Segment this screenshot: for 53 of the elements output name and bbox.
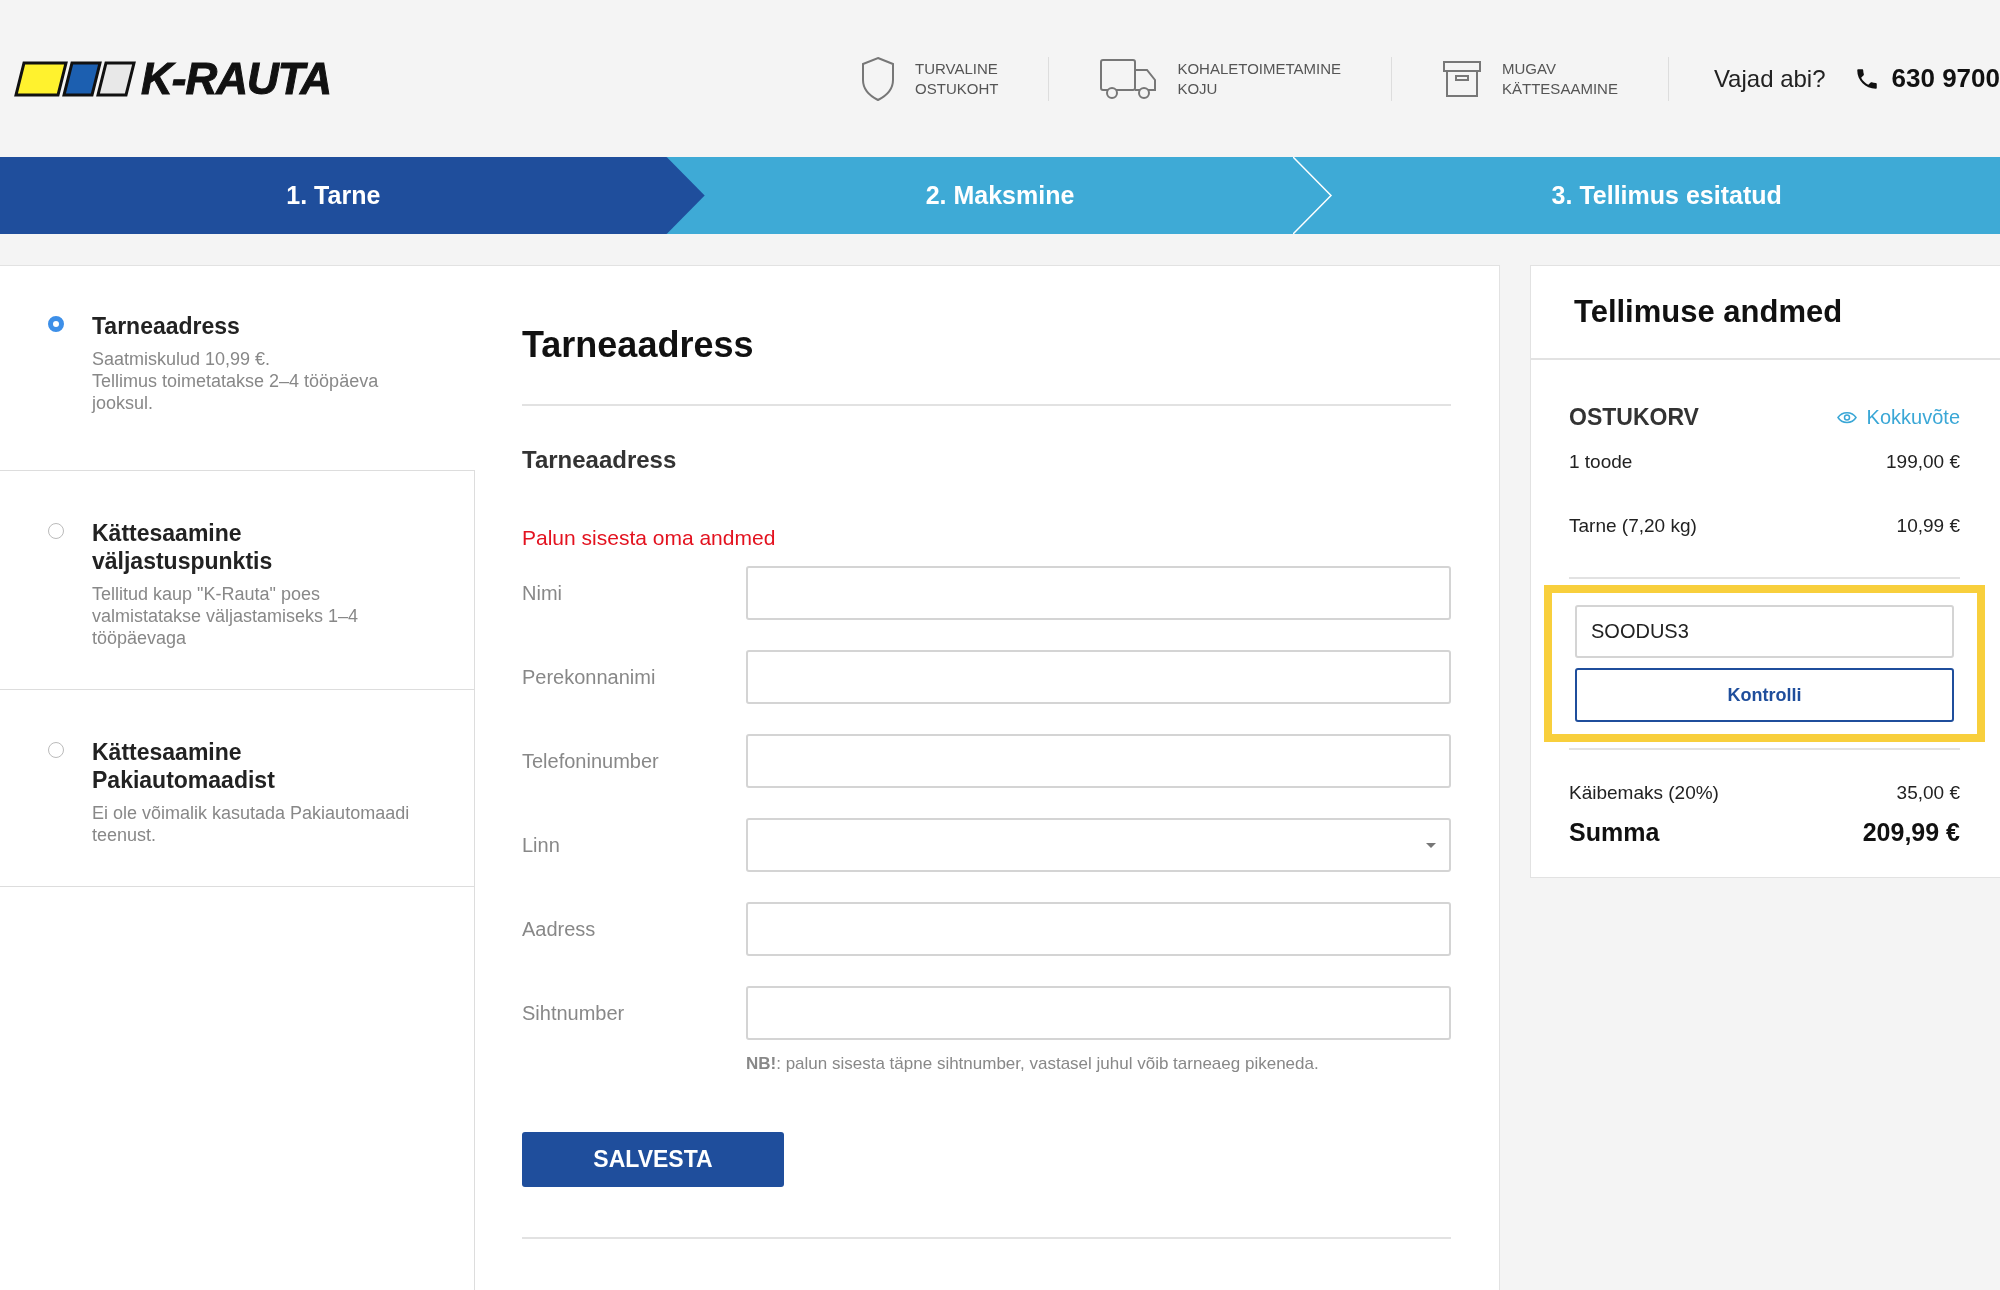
input-field[interactable]: [746, 734, 1451, 788]
box-icon: [1442, 59, 1483, 98]
field-label: Sihtnumber: [522, 1001, 626, 1025]
field-label: Telefoninumber: [522, 749, 660, 773]
shield-icon: [861, 55, 896, 102]
delivery-option[interactable]: Tarneaadress Saatmiskulud 10,99 €. Tellimus toimetatakse 2–4 tööpäeva jooksul.: [0, 266, 475, 471]
option-description: Saatmiskulud 10,99 €. Tellimus toimetatakse 2–4 tööpäeva jooksul.: [92, 348, 380, 414]
option-description: Ei ole võimalik kasutada Pakiautomaadi teenust.: [92, 802, 411, 846]
option-title: Kättesaamine väljastuspunktis: [92, 519, 274, 575]
vat-label: Käibemaks (20%): [1569, 782, 1719, 804]
radio-button[interactable]: [48, 523, 64, 539]
postcode-note: NB!: palun sisesta täpne sihtnumber, vastasel juhul võib tarneaeg pikeneda.: [746, 1054, 1320, 1074]
radio-button[interactable]: [48, 742, 64, 758]
save-button[interactable]: SALVESTA: [522, 1132, 784, 1187]
coupon-input[interactable]: SOODUS3: [1575, 605, 1954, 658]
help-label: Vajad abi?: [1713, 64, 1826, 93]
field-label: Nimi: [522, 581, 563, 605]
feature-text: KOHALETOIMETAMINE KOJU: [1177, 58, 1342, 99]
feature-text: TURVALINE OSTUKOHT: [915, 58, 999, 99]
cart-heading: OSTUKORV: [1569, 404, 1699, 431]
phone-number: 630 9700: [1891, 63, 2000, 94]
line-value: 199,00 €: [1886, 451, 1960, 473]
option-title: Tarneaadress: [92, 312, 241, 340]
radio-button[interactable]: [48, 316, 64, 332]
error-message: Palun sisesta oma andmed: [522, 526, 777, 550]
logo-text: K-RAUTA: [141, 53, 332, 104]
chevron-divider-icon: [1293, 157, 1334, 234]
total-value: 209,99 €: [1862, 818, 1960, 847]
option-description: Tellitud kaup "K-Rauta" poes valmistatakse väljastamiseks 1–4 tööpäevaga: [92, 583, 360, 649]
input-field[interactable]: [746, 902, 1451, 956]
field-label: Linn: [522, 833, 561, 857]
field-label: Perekonnanimi: [522, 665, 657, 689]
input-field[interactable]: [746, 986, 1451, 1040]
panel-title: Tellimuse andmed: [1531, 266, 2000, 360]
feature-text: MUGAV KÄTTESAAMINE: [1502, 58, 1618, 99]
check-button[interactable]: Kontrolli: [1575, 668, 1954, 722]
option-title: Kättesaamine Pakiautomaadist: [92, 738, 276, 794]
input-field[interactable]: [746, 650, 1451, 704]
line-label: 1 toode: [1569, 451, 1633, 473]
vat-value: 35,00 €: [1896, 782, 1960, 804]
total-label: Summa: [1569, 818, 1660, 847]
form-title: Tarneaadress: [522, 324, 1451, 406]
select-field[interactable]: [746, 818, 1451, 872]
line-label: Tarne (7,20 kg): [1569, 515, 1697, 537]
form-subtitle: Tarneaadress: [522, 446, 678, 474]
eye-icon: [1836, 411, 1857, 424]
logo-stripes-icon: [14, 60, 139, 97]
line-value: 10,99 €: [1896, 515, 1960, 537]
field-label: Aadress: [522, 917, 597, 941]
truck-icon: [1099, 57, 1158, 100]
checkout-step-tab[interactable]: 1. Tarne: [0, 157, 705, 234]
input-field[interactable]: [746, 566, 1451, 620]
caret-icon: [1425, 841, 1437, 849]
